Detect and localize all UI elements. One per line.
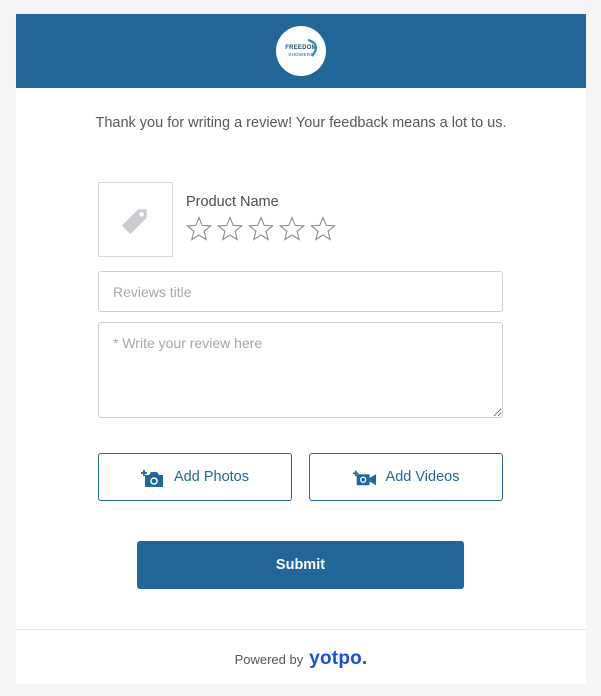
star-rating[interactable] — [186, 216, 341, 242]
add-photos-label: Add Photos — [174, 469, 249, 485]
star-3-icon[interactable] — [248, 216, 274, 242]
add-videos-label: Add Videos — [385, 469, 460, 485]
price-tag-icon — [121, 208, 147, 234]
add-video-camera-icon — [352, 470, 376, 486]
footer: Powered by yotpo. — [16, 648, 586, 670]
product-thumbnail — [98, 182, 173, 257]
star-5-icon[interactable] — [310, 216, 336, 242]
add-photo-camera-icon — [141, 470, 163, 487]
review-form-card: FREEDOM SHOWERS Thank you for writing a … — [16, 14, 586, 684]
logo-swoosh-icon — [307, 39, 318, 57]
header-bar: FREEDOM SHOWERS — [16, 14, 586, 88]
yotpo-logo[interactable]: yotpo. — [309, 648, 367, 670]
product-name: Product Name — [186, 194, 279, 210]
review-title-input[interactable] — [98, 271, 503, 312]
star-2-icon[interactable] — [217, 216, 243, 242]
add-videos-button[interactable]: Add Videos — [309, 453, 503, 501]
review-body-textarea[interactable] — [98, 322, 503, 418]
star-4-icon[interactable] — [279, 216, 305, 242]
add-photos-button[interactable]: Add Photos — [98, 453, 292, 501]
powered-by-text: Powered by — [234, 652, 304, 667]
footer-divider — [16, 629, 586, 630]
submit-button[interactable]: Submit — [137, 541, 464, 589]
freedom-showers-logo: FREEDOM SHOWERS — [276, 26, 326, 76]
star-1-icon[interactable] — [186, 216, 212, 242]
thank-you-message: Thank you for writing a review! Your fee… — [95, 115, 507, 131]
